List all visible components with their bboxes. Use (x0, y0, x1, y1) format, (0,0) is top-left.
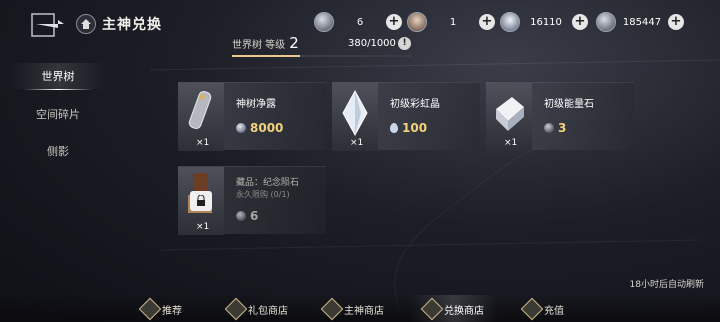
tab-exchange-shop[interactable]: 兑换商店 (410, 295, 498, 322)
resource-silver-coin: 6 + (314, 11, 402, 33)
shop-item-card[interactable]: ×1 初级能量石 3 (486, 82, 634, 151)
item-thumbnail: ×1 (332, 83, 378, 151)
level-exp: 380/1000 (348, 38, 396, 49)
water-drop-icon (500, 12, 520, 32)
nav-item-space-fragments[interactable]: 空间碎片 (18, 106, 98, 122)
add-resource-button[interactable]: + (572, 14, 588, 30)
page-header: 主神兑换 (76, 14, 162, 34)
tab-label: 兑换商店 (444, 305, 484, 317)
tab-main-god-shop[interactable]: 主神商店 (320, 297, 384, 321)
silver-coin-icon (236, 211, 246, 221)
resource-value: 6 (356, 16, 364, 28)
item-price: 8000 (236, 121, 283, 135)
purchase-limit: 永久限购 (0/1) (236, 190, 290, 199)
item-price: 100 (390, 121, 427, 135)
item-name: 初级彩虹晶 (390, 99, 440, 110)
item-quantity: ×1 (196, 138, 210, 148)
tab-label: 推荐 (162, 305, 182, 317)
level-value: 2 (289, 34, 299, 52)
price-value: 8000 (250, 121, 284, 135)
avatar-token-icon (407, 12, 427, 32)
tab-recommend[interactable]: 推荐 (138, 297, 182, 321)
crystal-coin-icon (596, 12, 616, 32)
main-god-icon (320, 297, 344, 321)
tab-label: 礼包商店 (248, 305, 288, 317)
resource-value: 16110 (530, 16, 562, 28)
resource-value: 185447 (622, 16, 662, 28)
shop-item-card[interactable]: ×1 初级彩虹晶 100 (332, 82, 480, 151)
resource-avatar-token: 1 + (407, 11, 495, 33)
menu-emblem-button[interactable] (30, 10, 66, 40)
tree-level: 世界树 等级 2 (232, 34, 299, 52)
tab-label: 充值 (544, 305, 564, 317)
home-icon[interactable] (76, 14, 96, 34)
tab-label: 主神商店 (344, 305, 384, 317)
rainbow-crystal-icon (342, 89, 368, 137)
item-price: 3 (544, 121, 566, 135)
resource-crystal-coin: 185447 + (596, 11, 684, 33)
item-price: 6 (236, 209, 258, 223)
info-icon[interactable]: ! (398, 37, 411, 50)
gift-icon (224, 297, 248, 321)
price-value: 3 (558, 121, 567, 135)
crystal-coin-icon (236, 123, 246, 133)
silver-coin-icon (314, 12, 334, 32)
page-title: 主神兑换 (102, 17, 162, 33)
level-label: 世界树 等级 (232, 40, 286, 51)
price-value: 100 (402, 121, 428, 135)
refresh-note: 18小时后自动刷新 (629, 280, 704, 290)
dew-bottle-icon (188, 91, 212, 129)
item-thumbnail: ×1 (178, 83, 224, 151)
shop-item-card[interactable]: ×1 神树净露 8000 (178, 82, 326, 151)
resource-water-drop: 16110 + (500, 11, 588, 33)
add-resource-button[interactable]: + (479, 14, 495, 30)
item-thumbnail: ×1 (178, 167, 224, 235)
add-resource-button[interactable]: + (386, 14, 402, 30)
item-name: 初级能量石 (544, 99, 594, 110)
tab-recharge[interactable]: 充值 (520, 297, 564, 321)
item-name: 神树净露 (236, 99, 276, 110)
item-thumbnail: ×1 (486, 83, 532, 151)
water-drop-icon (390, 123, 398, 133)
level-progress-fill (232, 55, 301, 57)
nav-item-silhouette[interactable]: 侧影 (18, 143, 98, 159)
exchange-icon (420, 297, 444, 321)
add-resource-button[interactable]: + (668, 14, 684, 30)
item-name: 藏品：纪念陨石 (236, 178, 300, 188)
nav-item-world-tree[interactable]: 世界树 (10, 63, 106, 90)
lock-icon (190, 191, 212, 211)
item-quantity: ×1 (504, 138, 518, 148)
resource-value: 1 (449, 16, 457, 28)
price-value: 6 (250, 209, 259, 223)
emblem-icon (31, 13, 64, 37)
shop-item-card[interactable]: ×1 藏品：纪念陨石 永久限购 (0/1) 6 (178, 166, 326, 235)
energy-stone-icon (496, 97, 524, 131)
item-quantity: ×1 (196, 222, 210, 232)
tab-gift-shop[interactable]: 礼包商店 (224, 297, 288, 321)
item-quantity: ×1 (350, 138, 364, 148)
silver-coin-icon (544, 123, 554, 133)
recharge-icon (520, 297, 544, 321)
recommend-icon (138, 297, 162, 321)
level-progress-bar (232, 55, 412, 57)
